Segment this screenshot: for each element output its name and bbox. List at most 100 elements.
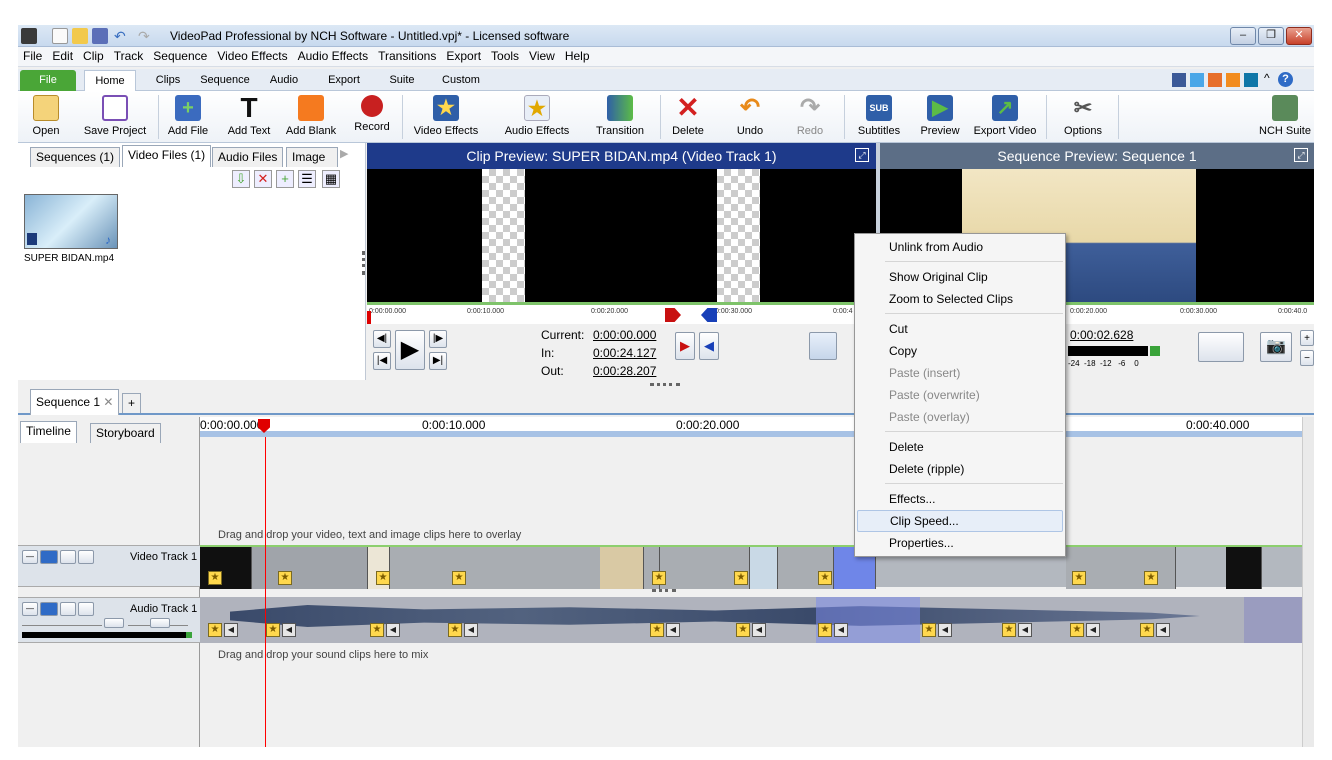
save-icon[interactable] bbox=[92, 28, 108, 44]
splitter-grip[interactable] bbox=[652, 589, 676, 592]
menu-video-effects[interactable]: Video Effects bbox=[212, 47, 292, 65]
help-icon[interactable]: ? bbox=[1278, 72, 1293, 87]
clip-effects-icon[interactable]: ★ bbox=[266, 623, 280, 637]
close-tab-icon[interactable]: ✕ bbox=[103, 395, 113, 409]
lock-icon[interactable] bbox=[78, 602, 94, 616]
audio-track[interactable]: ★ ◀ ★ ◀ ★ ◀ ★ ◀ ★ ◀ ★ ◀ ★ ◀ ★ ◀ ★ ◀ ★ ◀ ★ ◀ bbox=[200, 597, 1302, 643]
tab-export[interactable]: Export bbox=[320, 70, 368, 91]
video-clip[interactable] bbox=[252, 547, 368, 589]
place-sequence-button[interactable] bbox=[1198, 332, 1244, 362]
share-icon[interactable] bbox=[1208, 73, 1222, 87]
open-project-icon[interactable] bbox=[72, 28, 88, 44]
speaker-icon[interactable]: ◀ bbox=[1018, 623, 1032, 637]
tab-sequence-1[interactable]: Sequence 1 ✕ bbox=[30, 389, 120, 415]
timeline-ruler[interactable]: 0:00:00.000 0:00:10.000 0:00:20.000 0:00… bbox=[200, 417, 1302, 437]
volume-slider-handle[interactable] bbox=[104, 618, 124, 628]
audio-effects-button[interactable]: ★ Audio Effects bbox=[500, 93, 574, 141]
menu-view[interactable]: View bbox=[524, 47, 560, 65]
speaker-icon[interactable]: ◀ bbox=[464, 623, 478, 637]
solo-icon[interactable] bbox=[60, 602, 76, 616]
set-in-button[interactable]: ▶ bbox=[675, 332, 695, 360]
speaker-icon[interactable]: ◀ bbox=[282, 623, 296, 637]
minimize-button[interactable]: – bbox=[1230, 27, 1256, 45]
menu-transitions[interactable]: Transitions bbox=[373, 47, 441, 65]
timeline-area[interactable]: 0:00:00.000 0:00:10.000 0:00:20.000 0:00… bbox=[200, 417, 1302, 747]
open-button[interactable]: Open bbox=[26, 93, 66, 141]
clip-effects-icon[interactable]: ★ bbox=[208, 571, 222, 585]
add-text-button[interactable]: T Add Text bbox=[224, 93, 274, 141]
undo-icon[interactable]: ↶ bbox=[114, 28, 130, 44]
video-clip[interactable] bbox=[1226, 547, 1262, 589]
tab-audio[interactable]: Audio bbox=[262, 70, 306, 91]
menu-item-copy[interactable]: Copy bbox=[857, 340, 1063, 362]
video-clip[interactable] bbox=[600, 547, 644, 589]
collapse-ribbon-icon[interactable]: ^ bbox=[1264, 71, 1270, 85]
panel-resize-handle[interactable] bbox=[362, 251, 365, 275]
clip-effects-icon[interactable]: ★ bbox=[1140, 623, 1154, 637]
list-view-icon[interactable]: ☰ bbox=[298, 170, 316, 188]
clip-effects-icon[interactable]: ★ bbox=[734, 571, 748, 585]
subtitles-button[interactable]: SUB Subtitles bbox=[854, 93, 904, 141]
eye-icon[interactable] bbox=[40, 550, 58, 564]
tab-home[interactable]: Home bbox=[84, 70, 136, 91]
clip-effects-icon[interactable]: ★ bbox=[1072, 571, 1086, 585]
tab-timeline[interactable]: Timeline bbox=[20, 421, 77, 443]
clip-effects-icon[interactable]: ★ bbox=[208, 623, 222, 637]
speaker-icon[interactable]: ◀ bbox=[1156, 623, 1170, 637]
tab-sequences[interactable]: Sequences (1) bbox=[30, 147, 121, 167]
undock-icon[interactable]: ⤢ bbox=[855, 148, 869, 162]
in-time[interactable]: 0:00:24.127 bbox=[593, 346, 656, 360]
speaker-icon[interactable]: ◀ bbox=[938, 623, 952, 637]
clip-effects-icon[interactable]: ★ bbox=[370, 623, 384, 637]
twitter-icon[interactable] bbox=[1190, 73, 1204, 87]
menu-item-properties[interactable]: Properties... bbox=[857, 532, 1063, 554]
go-end-button[interactable]: ▶| bbox=[429, 352, 447, 370]
menu-item-clip-speed[interactable]: Clip Speed... bbox=[857, 510, 1063, 532]
volume-slider[interactable] bbox=[22, 620, 102, 626]
set-out-button[interactable]: ◀ bbox=[699, 332, 719, 360]
nch-suite-button[interactable]: NCH Suite bbox=[1258, 93, 1312, 141]
speaker-icon[interactable]: ◀ bbox=[1086, 623, 1100, 637]
clip-effects-icon[interactable]: ★ bbox=[922, 623, 936, 637]
splitter-grip[interactable] bbox=[650, 383, 680, 387]
undo-button[interactable]: ↶ Undo bbox=[730, 93, 770, 141]
tab-file[interactable]: File bbox=[20, 70, 76, 91]
out-marker[interactable] bbox=[701, 308, 717, 322]
menu-tools[interactable]: Tools bbox=[486, 47, 524, 65]
timeline-scrollbar[interactable] bbox=[1302, 417, 1314, 747]
playhead-marker[interactable] bbox=[367, 311, 371, 325]
media-thumbnail[interactable]: ♪ bbox=[24, 194, 118, 249]
add-media-icon[interactable]: + bbox=[276, 170, 294, 188]
clip-effects-icon[interactable]: ★ bbox=[452, 571, 466, 585]
preview-button[interactable]: ▶ Preview bbox=[916, 93, 964, 141]
tab-suite[interactable]: Suite bbox=[382, 70, 422, 91]
move-down-icon[interactable]: ⇩ bbox=[232, 170, 250, 188]
speaker-icon[interactable] bbox=[40, 602, 58, 616]
clip-effects-icon[interactable]: ★ bbox=[1070, 623, 1084, 637]
add-sequence-button[interactable]: + bbox=[122, 393, 142, 413]
speaker-icon[interactable]: ◀ bbox=[386, 623, 400, 637]
solo-icon[interactable] bbox=[60, 550, 76, 564]
clip-effects-icon[interactable]: ★ bbox=[1002, 623, 1016, 637]
menu-item-zoom-to-selected-clips[interactable]: Zoom to Selected Clips bbox=[857, 288, 1063, 310]
video-effects-button[interactable]: ★ Video Effects bbox=[410, 93, 482, 141]
menu-help[interactable]: Help bbox=[560, 47, 595, 65]
menu-file[interactable]: File bbox=[18, 47, 47, 65]
tab-clips[interactable]: Clips bbox=[148, 70, 188, 91]
go-start-button[interactable]: |◀ bbox=[373, 352, 391, 370]
menu-clip[interactable]: Clip bbox=[78, 47, 109, 65]
menu-item-paste-overwrite[interactable]: Paste (overwrite) bbox=[857, 384, 1063, 406]
current-time[interactable]: 0:00:00.000 bbox=[593, 328, 656, 342]
delete-button[interactable]: ✕ Delete bbox=[668, 93, 708, 141]
timeline-playhead[interactable] bbox=[265, 437, 266, 747]
tab-audio-files[interactable]: Audio Files bbox=[212, 147, 284, 167]
place-clip-button[interactable] bbox=[809, 332, 837, 360]
linkedin-icon[interactable] bbox=[1244, 73, 1258, 87]
sequence-time[interactable]: 0:00:02.628 bbox=[1070, 328, 1133, 342]
menu-track[interactable]: Track bbox=[109, 47, 149, 65]
play-button[interactable]: ▶ bbox=[395, 330, 425, 370]
save-project-button[interactable]: Save Project bbox=[80, 93, 150, 141]
clip-effects-icon[interactable]: ★ bbox=[278, 571, 292, 585]
tab-sequence[interactable]: Sequence bbox=[196, 70, 254, 91]
lock-icon[interactable] bbox=[78, 550, 94, 564]
